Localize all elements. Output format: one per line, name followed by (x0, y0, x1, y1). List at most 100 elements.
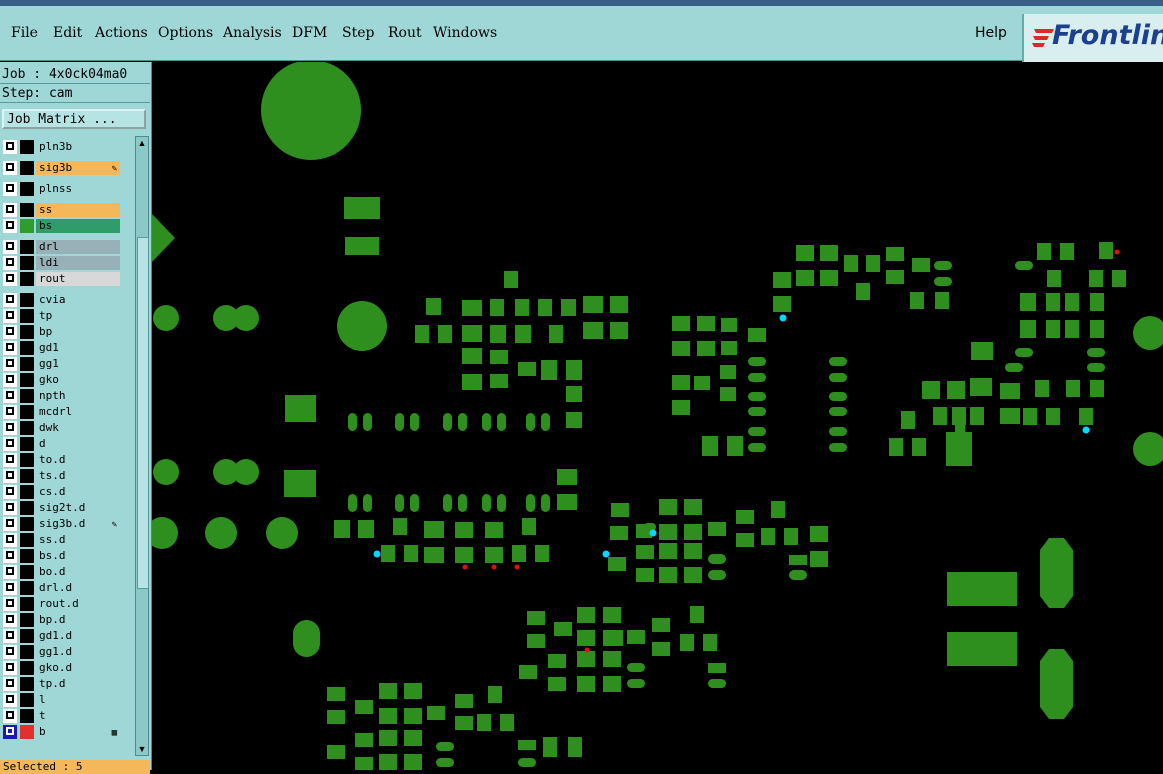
job-matrix-button[interactable]: Job Matrix ... (2, 109, 146, 129)
layer-checkbox[interactable] (3, 293, 17, 307)
layer-checkbox[interactable] (3, 725, 17, 739)
layer-checkbox[interactable] (3, 437, 17, 451)
layer-row-bs-d[interactable]: bs.d (2, 549, 120, 563)
layer-row-sig3b-d[interactable]: sig3b.d ✎ (2, 517, 120, 531)
layer-checkbox[interactable] (3, 161, 17, 175)
layer-checkbox[interactable] (3, 453, 17, 467)
layer-row-d[interactable]: d (2, 437, 120, 451)
layer-row-cvia[interactable]: cvia (2, 293, 120, 307)
layer-row-dwk[interactable]: dwk (2, 421, 120, 435)
layer-checkbox[interactable] (3, 389, 17, 403)
layer-color-swatch (20, 661, 34, 675)
layer-checkbox[interactable] (3, 677, 17, 691)
layer-row-gd1[interactable]: gd1 (2, 341, 120, 355)
layer-checkbox[interactable] (3, 517, 17, 531)
scroll-thumb[interactable] (137, 237, 149, 589)
layer-name: cvia (36, 293, 120, 307)
layer-row-to-d[interactable]: to.d (2, 453, 120, 467)
pcb-pad-52 (515, 325, 531, 343)
layer-row-pln3b[interactable]: pln3b (2, 140, 120, 154)
layer-checkbox[interactable] (3, 341, 17, 355)
layer-checkbox[interactable] (3, 661, 17, 675)
layer-checkbox[interactable] (3, 140, 17, 154)
layer-checkbox[interactable] (3, 182, 17, 196)
layer-row-gg1[interactable]: gg1 (2, 357, 120, 371)
layer-color-swatch (20, 203, 34, 217)
layer-row-rout[interactable]: rout (2, 272, 120, 286)
layer-row-gko-d[interactable]: gko.d (2, 661, 120, 675)
layer-checkbox[interactable] (3, 485, 17, 499)
layer-row-l[interactable]: l (2, 693, 120, 707)
layer-checkbox[interactable] (3, 645, 17, 659)
layer-row-bo-d[interactable]: bo.d (2, 565, 120, 579)
menu-dfm[interactable]: DFM (292, 25, 327, 41)
layer-checkbox[interactable] (3, 693, 17, 707)
layer-row-bp[interactable]: bp (2, 325, 120, 339)
layer-checkbox[interactable] (3, 549, 17, 563)
layer-scrollbar[interactable]: ▲ ▼ (135, 136, 149, 756)
layer-checkbox[interactable] (3, 405, 17, 419)
layer-checkbox[interactable] (3, 709, 17, 723)
layer-checkbox[interactable] (3, 469, 17, 483)
menu-file[interactable]: File (11, 25, 38, 41)
layer-row-rout-d[interactable]: rout.d (2, 597, 120, 611)
layer-row-sig2t-d[interactable]: sig2t.d (2, 501, 120, 515)
layer-checkbox[interactable] (3, 240, 17, 254)
layer-row-ss-d[interactable]: ss.d (2, 533, 120, 547)
menu-rout[interactable]: Rout (388, 25, 422, 41)
layer-checkbox[interactable] (3, 533, 17, 547)
pcb-pad-73 (522, 518, 536, 535)
layer-row-tp[interactable]: tp (2, 309, 120, 323)
pcb-pad-oval-182 (829, 427, 847, 436)
layer-checkbox[interactable] (3, 597, 17, 611)
layer-row-t[interactable]: t (2, 709, 120, 723)
layer-row-tp-d[interactable]: tp.d (2, 677, 120, 691)
pcb-layer-view[interactable] (152, 62, 1163, 770)
layer-checkbox[interactable] (3, 272, 17, 286)
layer-checkbox[interactable] (3, 565, 17, 579)
menu-windows[interactable]: Windows (433, 25, 497, 41)
pcb-pad-111 (577, 607, 595, 623)
layer-row-bs[interactable]: bs (2, 219, 120, 233)
pcb-pad-58 (518, 362, 536, 376)
layer-row-sig3b[interactable]: sig3b ✎ (2, 161, 120, 175)
layer-checkbox[interactable] (3, 256, 17, 270)
layer-checkbox[interactable] (3, 581, 17, 595)
layer-checkbox[interactable] (3, 421, 17, 435)
pcb-pad-168 (720, 387, 736, 401)
layer-row-ss[interactable]: ss (2, 203, 120, 217)
layer-row-ts-d[interactable]: ts.d (2, 469, 120, 483)
layer-row-drl[interactable]: drl (2, 240, 120, 254)
layer-row-b[interactable]: b ▦ (2, 725, 120, 739)
menu-edit[interactable]: Edit (53, 25, 82, 41)
layer-row-gd1-d[interactable]: gd1.d (2, 629, 120, 643)
layer-row-plnss[interactable]: plnss (2, 182, 120, 196)
scroll-down-icon[interactable]: ▼ (136, 743, 148, 755)
pcb-pad-round-8 (152, 517, 178, 549)
layer-row-drl-d[interactable]: drl.d (2, 581, 120, 595)
layer-checkbox[interactable] (3, 203, 17, 217)
layer-checkbox[interactable] (3, 325, 17, 339)
layer-row-gko[interactable]: gko (2, 373, 120, 387)
layer-row-npth[interactable]: npth (2, 389, 120, 403)
menu-options[interactable]: Options (158, 25, 213, 41)
layer-row-mcdrl[interactable]: mcdrl (2, 405, 120, 419)
menu-actions[interactable]: Actions (95, 25, 148, 41)
layer-row-bp-d[interactable]: bp.d (2, 613, 120, 627)
layer-row-cs-d[interactable]: cs.d (2, 485, 120, 499)
menu-analysis[interactable]: Analysis (223, 25, 282, 41)
layer-row-ldi[interactable]: ldi (2, 256, 120, 270)
layer-checkbox[interactable] (3, 501, 17, 515)
layer-checkbox[interactable] (3, 613, 17, 627)
scroll-up-icon[interactable]: ▲ (136, 137, 148, 149)
pcb-pad-120 (577, 676, 595, 692)
menu-step[interactable]: Step (342, 25, 374, 41)
layer-checkbox[interactable] (3, 219, 17, 233)
layer-checkbox[interactable] (3, 373, 17, 387)
menu-help[interactable]: Help (975, 25, 1007, 41)
graphics-canvas[interactable] (152, 62, 1163, 770)
layer-checkbox[interactable] (3, 357, 17, 371)
layer-row-gg1-d[interactable]: gg1.d (2, 645, 120, 659)
layer-checkbox[interactable] (3, 309, 17, 323)
layer-checkbox[interactable] (3, 629, 17, 643)
